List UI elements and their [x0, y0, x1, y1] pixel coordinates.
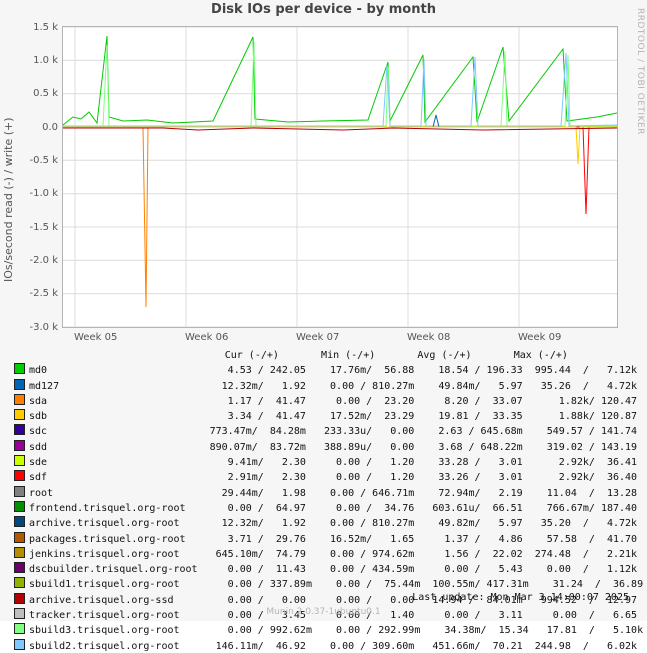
plot-area — [62, 26, 618, 328]
svg-text:-3.0 k: -3.0 k — [30, 322, 59, 333]
svg-text:Week 09: Week 09 — [518, 332, 561, 343]
generator-footer: Munin 2.0.37-1ubuntu0.1 — [0, 607, 647, 617]
svg-text:Week 07: Week 07 — [296, 332, 339, 343]
svg-text:0.0: 0.0 — [42, 122, 58, 133]
last-update: Last update: Mon Mar 3 14:00:07 2025 — [412, 592, 629, 603]
svg-text:0.5 k: 0.5 k — [33, 88, 58, 99]
chart-title: Disk IOs per device - by month — [0, 2, 647, 17]
svg-text:1.5 k: 1.5 k — [33, 22, 58, 33]
munin-graph: Disk IOs per device - by month RRDTOOL /… — [0, 0, 647, 621]
svg-text:Week 06: Week 06 — [185, 332, 228, 343]
svg-text:-1.0 k: -1.0 k — [30, 188, 59, 199]
x-ticks: Week 05 Week 06 Week 07 Week 08 Week 09 — [62, 328, 622, 346]
svg-text:Week 05: Week 05 — [74, 332, 117, 343]
series — [63, 36, 617, 307]
svg-text:-2.0 k: -2.0 k — [30, 255, 59, 266]
svg-text:Week 08: Week 08 — [407, 332, 450, 343]
svg-text:1.0 k: 1.0 k — [33, 55, 58, 66]
svg-text:-2.5 k: -2.5 k — [30, 288, 59, 299]
y-ticks: 1.5 k 1.0 k 0.5 k 0.0 -0.5 k -1.0 k -1.5… — [0, 20, 62, 350]
rrdtool-credit: RRDTOOL / TOBI OETIKER — [635, 8, 645, 135]
svg-text:-0.5 k: -0.5 k — [30, 155, 59, 166]
svg-text:-1.5 k: -1.5 k — [30, 222, 59, 233]
plot-svg — [63, 27, 617, 327]
